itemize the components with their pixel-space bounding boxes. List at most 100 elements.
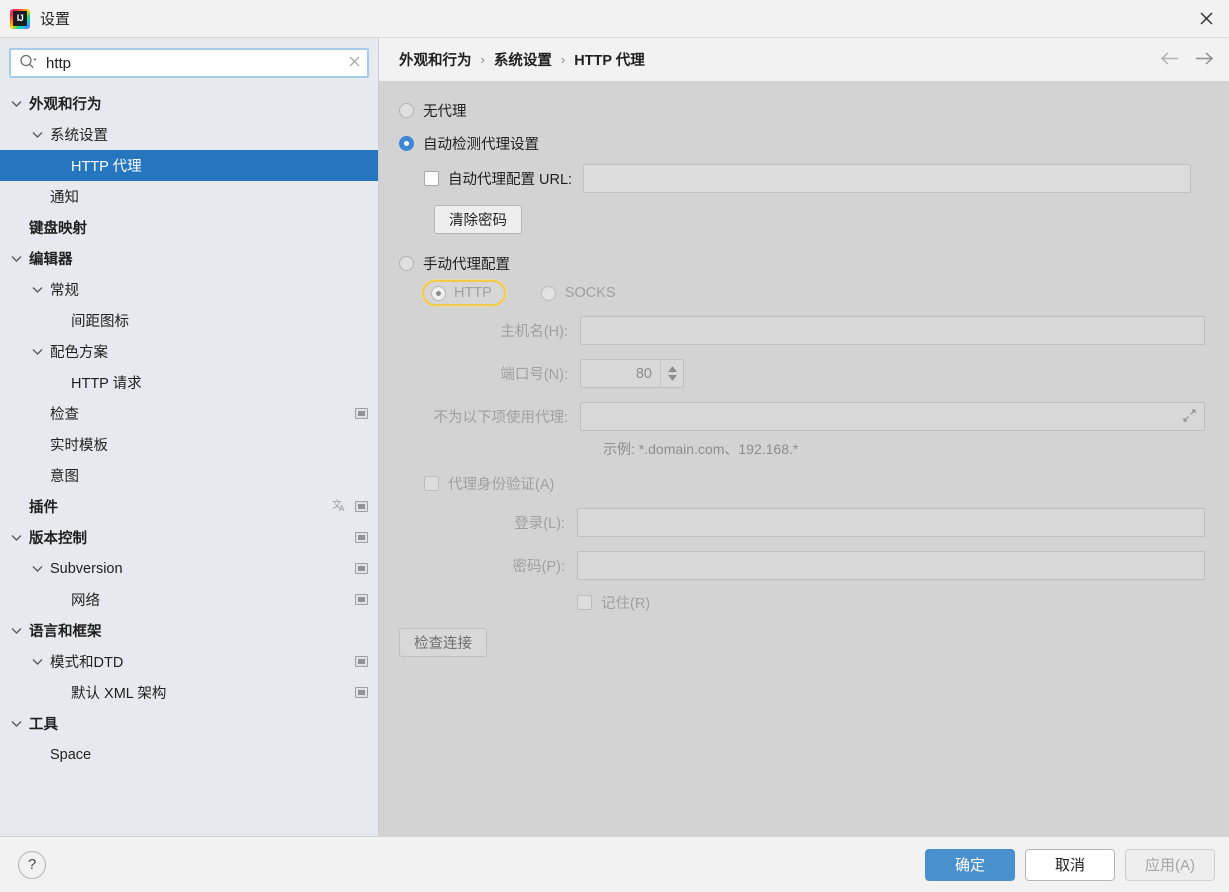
- check-connection-button[interactable]: 检查连接: [399, 628, 487, 657]
- sidebar-item-badges: [345, 408, 368, 419]
- host-input[interactable]: [580, 316, 1205, 345]
- auto-config-url-input[interactable]: [583, 164, 1192, 193]
- sidebar-item-label: 配色方案: [50, 345, 108, 361]
- help-button[interactable]: ?: [18, 850, 46, 879]
- manual-proxy-radio-row[interactable]: 手动代理配置: [399, 252, 1209, 274]
- chevron-down-icon[interactable]: [8, 720, 25, 727]
- sidebar-item-14[interactable]: 版本控制: [0, 522, 378, 553]
- sidebar-item-11[interactable]: 实时模板: [0, 429, 378, 460]
- clear-icon[interactable]: [348, 55, 361, 71]
- auto-config-url-checkbox[interactable]: [424, 171, 439, 186]
- port-label: 端口号(N):: [500, 367, 568, 383]
- chevron-down-icon[interactable]: [29, 565, 46, 572]
- protocol-row: HTTP SOCKS: [422, 280, 1209, 306]
- sidebar-item-18[interactable]: 模式和DTD: [0, 646, 378, 677]
- example-hint-row: 示例: *.domain.com、192.168.*: [603, 439, 1209, 459]
- chevron-down-icon[interactable]: [8, 100, 25, 107]
- http-radio[interactable]: [431, 285, 446, 301]
- chevron-down-icon[interactable]: [29, 658, 46, 665]
- apply-button[interactable]: 应用(A): [1125, 848, 1215, 881]
- sidebar-item-12[interactable]: 意图: [0, 460, 378, 491]
- remember-row: 记住(R): [577, 592, 1209, 613]
- breadcrumb-item-1[interactable]: 系统设置: [494, 49, 552, 70]
- breadcrumb-item-0[interactable]: 外观和行为: [399, 49, 472, 70]
- sidebar-item-label: 检查: [50, 407, 79, 423]
- chevron-down-icon[interactable]: [8, 534, 25, 541]
- sidebar-item-label: 模式和DTD: [50, 655, 124, 671]
- no-proxy-radio-row[interactable]: 无代理: [399, 99, 1209, 121]
- svg-text:A: A: [339, 504, 345, 512]
- sidebar-item-16[interactable]: 网络: [0, 584, 378, 615]
- close-icon: [1200, 12, 1213, 25]
- nav-arrows: [1159, 51, 1215, 69]
- settings-sidebar: 外观和行为系统设置 HTTP 代理通知键盘映射编辑器常规间距图标配色方案 HTTP …: [0, 38, 379, 836]
- login-label: 登录(L):: [514, 516, 565, 532]
- sidebar-item-3[interactable]: 通知: [0, 181, 378, 212]
- auto-detect-radio[interactable]: [399, 135, 414, 151]
- search-input[interactable]: [40, 54, 348, 72]
- sidebar-item-badges: 文A: [322, 498, 368, 515]
- arrow-right-icon[interactable]: [1194, 51, 1215, 69]
- sidebar-item-badges: [345, 687, 368, 698]
- breadcrumb-item-2[interactable]: HTTP 代理: [574, 49, 645, 70]
- cancel-button[interactable]: 取消: [1025, 848, 1115, 881]
- sidebar-item-2[interactable]: HTTP 代理: [0, 150, 378, 181]
- sidebar-item-badges: [345, 656, 368, 667]
- project-badge-icon: [355, 687, 368, 698]
- sidebar-item-7[interactable]: 间距图标: [0, 305, 378, 336]
- sidebar-item-5[interactable]: 编辑器: [0, 243, 378, 274]
- breadcrumb-separator: ›: [560, 52, 566, 67]
- close-button[interactable]: [1183, 0, 1229, 37]
- project-badge-icon: [355, 656, 368, 667]
- sidebar-item-19[interactable]: 默认 XML 架构: [0, 677, 378, 708]
- sidebar-item-15[interactable]: Subversion: [0, 553, 378, 584]
- sidebar-item-label: 系统设置: [50, 128, 108, 144]
- no-proxy-for-input[interactable]: [580, 402, 1205, 431]
- sidebar-item-8[interactable]: 配色方案: [0, 336, 378, 367]
- sidebar-item-0[interactable]: 外观和行为: [0, 88, 378, 119]
- port-stepper[interactable]: 80: [580, 359, 684, 388]
- arrow-left-icon[interactable]: [1159, 51, 1180, 69]
- sidebar-item-13[interactable]: 插件 文 A: [0, 491, 378, 522]
- sidebar-item-4[interactable]: 键盘映射: [0, 212, 378, 243]
- ok-button[interactable]: 确定: [925, 848, 1015, 881]
- http-radio-group[interactable]: HTTP: [422, 280, 506, 306]
- sidebar-item-17[interactable]: 语言和框架: [0, 615, 378, 646]
- footer-buttons: 确定 取消 应用(A): [925, 848, 1215, 881]
- project-badge-icon: [355, 408, 368, 419]
- clear-password-button[interactable]: 清除密码: [434, 205, 522, 234]
- project-badge-icon: [355, 563, 368, 574]
- clear-password-row: 清除密码: [434, 205, 1209, 234]
- chevron-down-icon[interactable]: [29, 286, 46, 293]
- remember-checkbox[interactable]: [577, 595, 592, 610]
- proxy-auth-checkbox[interactable]: [424, 476, 439, 491]
- no-proxy-radio[interactable]: [399, 102, 414, 118]
- expand-icon[interactable]: [1183, 408, 1196, 425]
- no-proxy-label: 无代理: [423, 103, 467, 120]
- auto-detect-radio-row[interactable]: 自动检测代理设置: [399, 132, 1209, 154]
- sidebar-item-9[interactable]: HTTP 请求: [0, 367, 378, 398]
- sidebar-item-label: 默认 XML 架构: [71, 686, 167, 702]
- sidebar-item-10[interactable]: 检查: [0, 398, 378, 429]
- sidebar-item-20[interactable]: 工具: [0, 708, 378, 739]
- socks-label: SOCKS: [564, 285, 616, 301]
- sidebar-item-label: 语言和框架: [29, 624, 102, 640]
- search-box[interactable]: [9, 48, 369, 78]
- login-input[interactable]: [577, 508, 1205, 537]
- sidebar-item-1[interactable]: 系统设置: [0, 119, 378, 150]
- chevron-down-icon[interactable]: [8, 627, 25, 634]
- manual-proxy-radio[interactable]: [399, 255, 414, 271]
- chevron-down-icon[interactable]: [8, 255, 25, 262]
- sidebar-item-badges: [345, 532, 368, 543]
- chevron-down-icon[interactable]: [29, 348, 46, 355]
- socks-radio[interactable]: [540, 285, 556, 301]
- sidebar-item-6[interactable]: 常规: [0, 274, 378, 305]
- remember-label: 记住(R): [601, 596, 651, 612]
- no-proxy-for-label: 不为以下项使用代理:: [433, 410, 568, 426]
- sidebar-item-21[interactable]: Space: [0, 739, 378, 770]
- port-stepper-arrows[interactable]: [660, 360, 683, 387]
- search-icon: [19, 53, 38, 73]
- chevron-down-icon[interactable]: [29, 131, 46, 138]
- password-label: 密码(P):: [512, 559, 565, 575]
- password-input[interactable]: [577, 551, 1205, 580]
